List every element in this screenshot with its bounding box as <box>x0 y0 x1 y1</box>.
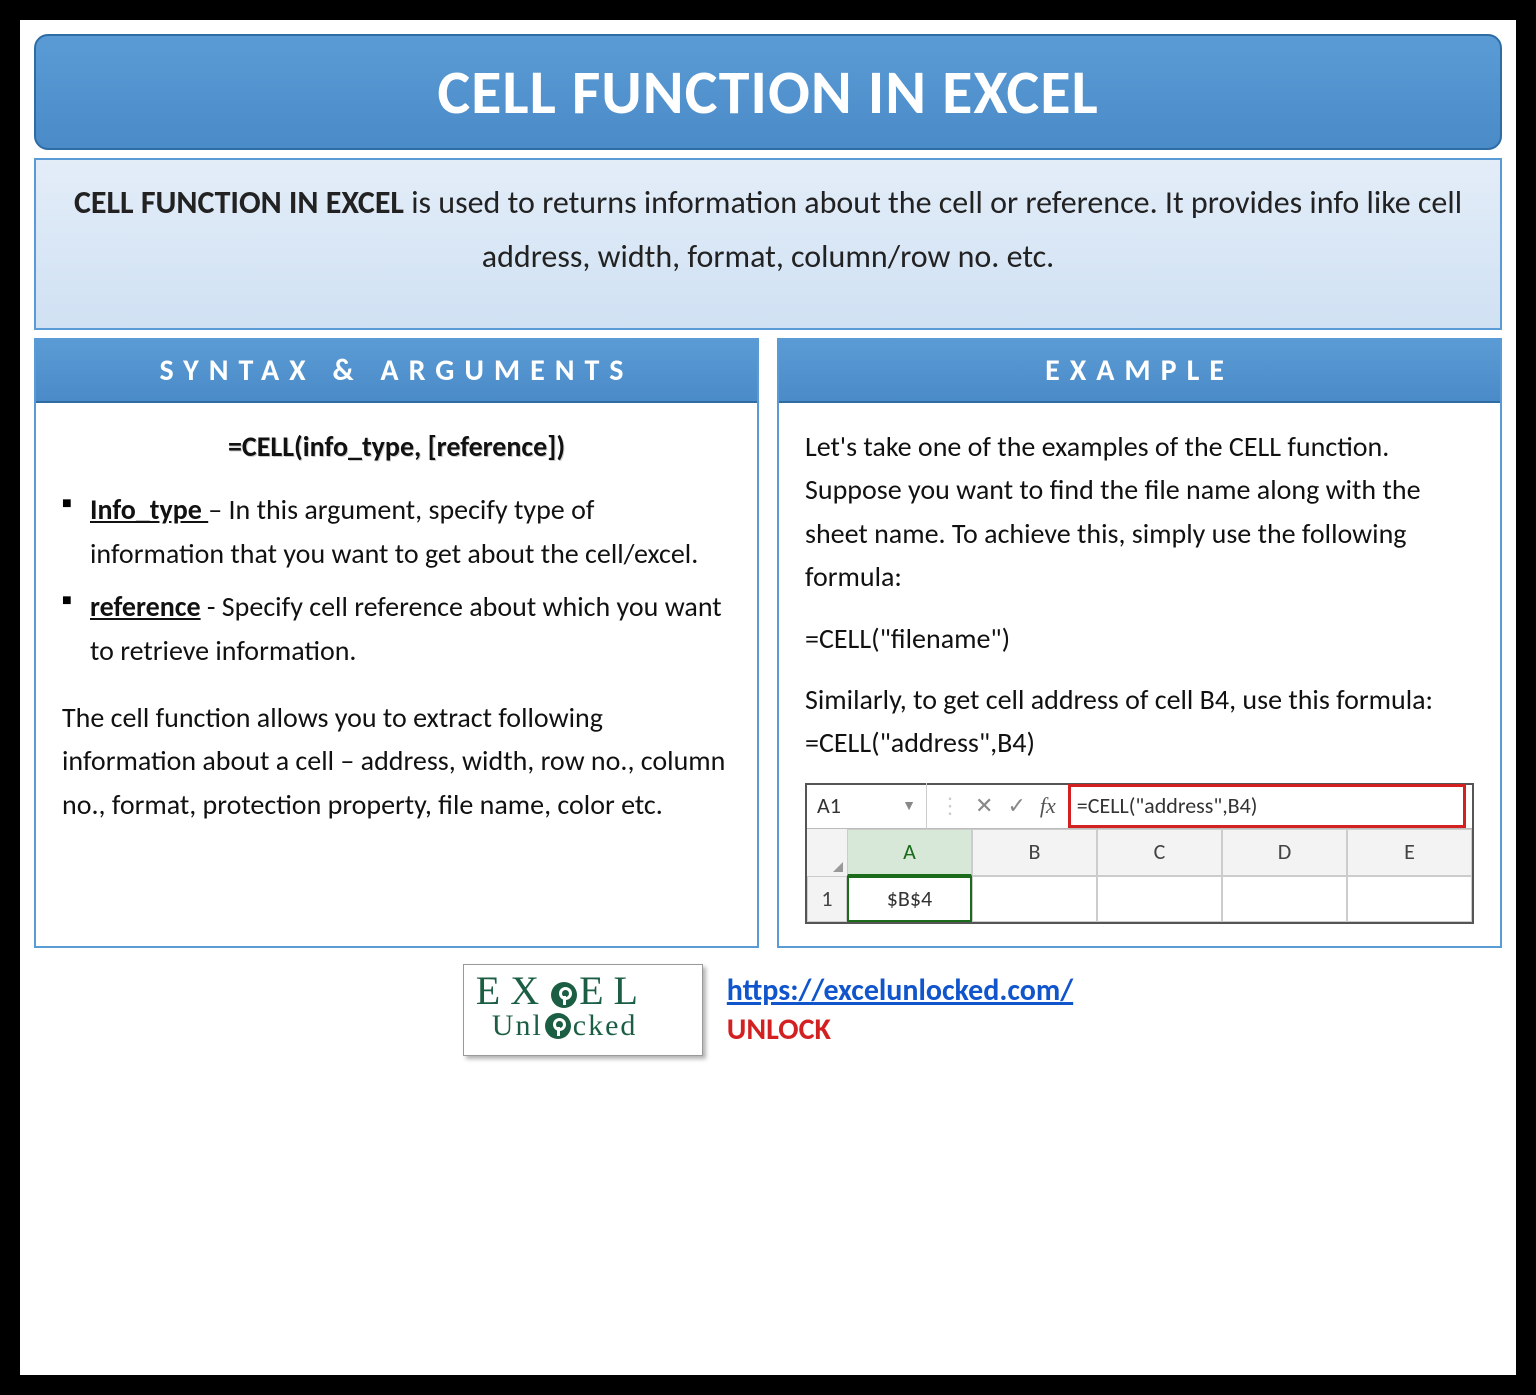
select-all-corner[interactable] <box>807 829 847 876</box>
col-header[interactable]: B <box>972 829 1097 876</box>
enter-icon[interactable]: ✓ <box>1007 789 1025 823</box>
page: CELL FUNCTION IN EXCEL CELL FUNCTION IN … <box>20 20 1516 1375</box>
formula-bar: A1 ▼ ⋮ ✕ ✓ fx =CELL("address",B4) <box>807 785 1472 829</box>
title-banner: CELL FUNCTION IN EXCEL <box>34 34 1502 150</box>
argument-item: Info_type – In this argument, specify ty… <box>62 488 731 575</box>
cancel-icon[interactable]: ✕ <box>975 789 993 823</box>
row-header[interactable]: 1 <box>807 876 847 922</box>
formula-bar-input[interactable]: =CELL("address",B4) <box>1068 784 1466 828</box>
fx-icon[interactable]: fx <box>1040 789 1056 823</box>
syntax-note: The cell function allows you to extract … <box>62 696 731 826</box>
col-header[interactable]: E <box>1347 829 1472 876</box>
syntax-header: SYNTAX & ARGUMENTS <box>36 340 757 403</box>
page-title: CELL FUNCTION IN EXCEL <box>46 54 1490 130</box>
sheet-grid: A B C D E 1 $B$4 <box>807 829 1472 922</box>
example-p3: Similarly, to get cell address of cell B… <box>805 678 1474 765</box>
site-link[interactable]: https://excelunlocked.com/ <box>727 972 1073 1009</box>
cell[interactable] <box>1097 876 1222 922</box>
chevron-down-icon[interactable]: ▼ <box>902 795 916 817</box>
description-text: is used to returns information about the… <box>404 183 1462 276</box>
syntax-card: SYNTAX & ARGUMENTS =CELL(info_type, [ref… <box>34 338 759 948</box>
description-strong: CELL FUNCTION IN EXCEL <box>74 183 404 222</box>
argument-name: reference <box>90 589 201 624</box>
cell[interactable] <box>1347 876 1472 922</box>
excel-snippet: A1 ▼ ⋮ ✕ ✓ fx =CELL("address",B4) <box>805 783 1474 924</box>
example-card: EXAMPLE Let's take one of the examples o… <box>777 338 1502 948</box>
footer-tag: UNLOCK <box>727 1011 1073 1048</box>
name-box[interactable]: A1 ▼ <box>807 783 927 829</box>
excel-unlocked-logo: EXEL Unlcked <box>463 964 703 1056</box>
argument-item: reference - Specify cell reference about… <box>62 585 731 672</box>
footer: EXEL Unlcked https://excelunlocked.com/ … <box>20 964 1516 1056</box>
cell[interactable] <box>972 876 1097 922</box>
example-p2: =CELL("filename") <box>805 617 1474 660</box>
cell[interactable] <box>1222 876 1347 922</box>
col-header[interactable]: D <box>1222 829 1347 876</box>
argument-name: Info_type <box>90 492 208 527</box>
col-header[interactable]: A <box>847 829 972 876</box>
name-box-value: A1 <box>817 789 841 823</box>
cell-a1[interactable]: $B$4 <box>847 876 972 922</box>
col-header[interactable]: C <box>1097 829 1222 876</box>
argument-list: Info_type – In this argument, specify ty… <box>62 488 731 672</box>
key-icon <box>551 982 577 1008</box>
example-p1: Let's take one of the examples of the CE… <box>805 425 1474 599</box>
description-box: CELL FUNCTION IN EXCEL is used to return… <box>34 158 1502 330</box>
divider-icon: ⋮ <box>939 789 961 823</box>
key-icon <box>545 1013 571 1039</box>
syntax-formula: =CELL(info_type, [reference]) <box>62 425 731 468</box>
example-header: EXAMPLE <box>779 340 1500 403</box>
